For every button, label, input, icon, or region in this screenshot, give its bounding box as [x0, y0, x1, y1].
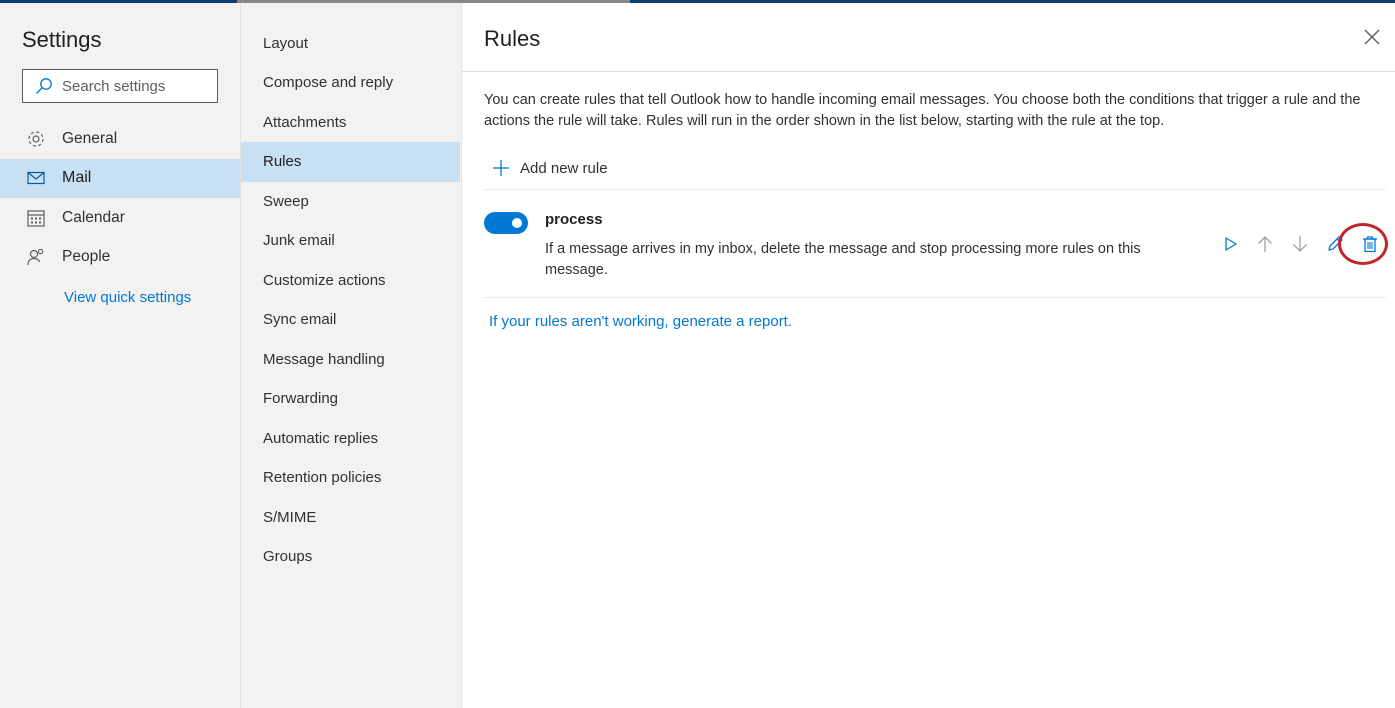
toggle-knob	[512, 218, 522, 228]
rule-name: process	[545, 211, 603, 228]
nav-item-label: Calendar	[62, 208, 125, 226]
arrow-up-icon	[1257, 236, 1272, 252]
run-rule-button[interactable]	[1212, 232, 1247, 256]
nav-item-label: People	[62, 248, 111, 266]
mail-icon	[26, 168, 46, 188]
nav-item-mail[interactable]: Mail	[0, 158, 240, 198]
view-quick-settings-link[interactable]: View quick settings	[64, 289, 191, 306]
generate-report-link[interactable]: If your rules aren't working, generate a…	[489, 313, 792, 330]
search-placeholder: Search settings	[62, 77, 166, 95]
rules-pane: Rules You can create rules that tell Out…	[462, 3, 1395, 708]
gear-icon	[26, 129, 46, 149]
calendar-icon	[26, 208, 46, 228]
settings-nav: General Mail Calendar People	[0, 119, 240, 277]
mail-nav-message-handling[interactable]: Message handling	[241, 340, 460, 380]
mail-nav-groups[interactable]: Groups	[241, 537, 460, 577]
plus-icon	[493, 160, 509, 176]
nav-item-label: Mail	[62, 169, 92, 187]
mail-settings-nav: Layout Compose and reply Attachments Rul…	[241, 3, 462, 708]
mail-nav-sync-email[interactable]: Sync email	[241, 300, 460, 340]
rule-row-divider	[484, 297, 1386, 298]
mail-nav-retention-policies[interactable]: Retention policies	[241, 458, 460, 498]
mail-nav-compose-and-reply[interactable]: Compose and reply	[241, 63, 460, 103]
close-icon[interactable]	[1362, 27, 1382, 47]
rule-description: If a message arrives in my inbox, delete…	[545, 241, 1141, 278]
nav-item-people[interactable]: People	[0, 238, 240, 278]
mail-nav-rules[interactable]: Rules	[241, 142, 460, 182]
move-rule-up-button[interactable]	[1247, 232, 1282, 256]
nav-item-general[interactable]: General	[0, 119, 240, 159]
search-settings-input[interactable]: Search settings	[22, 69, 218, 103]
rules-description: You can create rules that tell Outlook h…	[484, 92, 1361, 129]
settings-sidebar: Settings Search settings General Mail Ca…	[0, 3, 241, 708]
mail-nav-sweep[interactable]: Sweep	[241, 182, 460, 222]
nav-item-calendar[interactable]: Calendar	[0, 198, 240, 238]
people-icon	[26, 247, 46, 267]
mail-nav-junk-email[interactable]: Junk email	[241, 221, 460, 261]
header-divider	[462, 71, 1395, 72]
mail-nav-forwarding[interactable]: Forwarding	[241, 379, 460, 419]
play-icon	[1224, 237, 1237, 251]
mail-nav-layout[interactable]: Layout	[241, 24, 460, 64]
mail-nav-customize-actions[interactable]: Customize actions	[241, 261, 460, 301]
settings-title: Settings	[22, 27, 102, 52]
add-new-rule-button[interactable]: Add new rule	[492, 157, 608, 179]
add-new-rule-label: Add new rule	[520, 159, 608, 177]
mail-nav-smime[interactable]: S/MIME	[241, 498, 460, 538]
mail-nav-automatic-replies[interactable]: Automatic replies	[241, 419, 460, 459]
nav-item-label: General	[62, 129, 118, 147]
delete-highlight-circle	[1338, 223, 1388, 265]
rule-enabled-toggle[interactable]	[484, 212, 528, 234]
page-title: Rules	[484, 26, 541, 51]
move-rule-down-button[interactable]	[1282, 232, 1317, 256]
rule-list-divider	[484, 189, 1386, 190]
arrow-down-icon	[1292, 236, 1307, 252]
search-icon	[36, 78, 52, 94]
mail-nav-attachments[interactable]: Attachments	[241, 103, 460, 143]
